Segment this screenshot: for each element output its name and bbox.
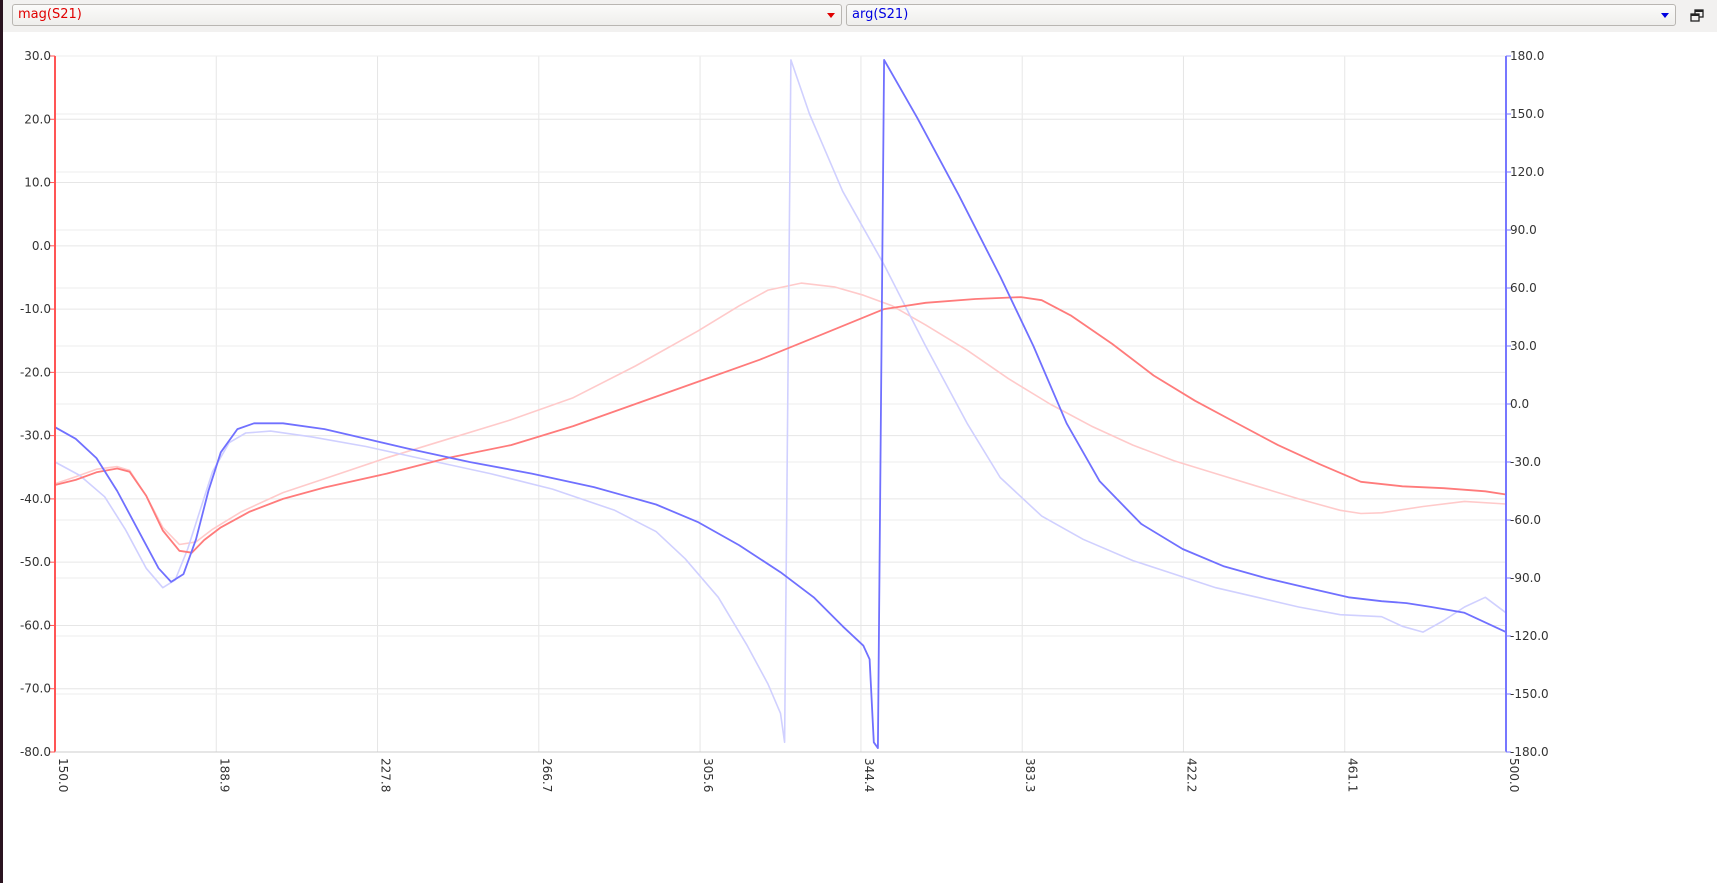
y-right-tick-label: 150.0 (1510, 107, 1544, 121)
chevron-down-icon (827, 13, 835, 18)
x-tick-label: 188.9 (217, 758, 231, 792)
tick-labels: 150.0 188.9 227.8 266.7 305.6 344.4 383.3 422.2… (20, 49, 1549, 792)
network-analyzer-window: mag(S21) arg(S21) 150.0 188.9 227.8 266.7 30… (0, 0, 1717, 883)
x-tick-label: 383.3 (1023, 758, 1037, 792)
y-right-tick-label: -90.0 (1510, 571, 1541, 585)
y-right-tick-label: 180.0 (1510, 49, 1544, 63)
y-right-tick-label: -60.0 (1510, 513, 1541, 527)
x-tick-label: 266.7 (540, 758, 554, 792)
chevron-down-icon (1661, 13, 1669, 18)
y-left-tick-label: -70.0 (20, 682, 51, 696)
trace-toolbar: mag(S21) arg(S21) (3, 0, 1717, 32)
grid (54, 55, 1507, 753)
y-right-tick-label: 60.0 (1510, 281, 1537, 295)
x-tick-label: 227.8 (379, 758, 393, 792)
plot-area[interactable]: 150.0 188.9 227.8 266.7 305.6 344.4 383.3 422.2… (3, 32, 1717, 883)
y-right-tick-label: -150.0 (1510, 687, 1549, 701)
x-tick-label: 422.2 (1184, 758, 1198, 792)
y-right-tick-label: 0.0 (1510, 397, 1529, 411)
y-left-tick-label: -20.0 (20, 365, 51, 379)
window-restore-icon (1690, 9, 1704, 22)
x-tick-label: 305.6 (701, 758, 715, 792)
y-right-tick-label: -30.0 (1510, 455, 1541, 469)
left-trace-select[interactable]: mag(S21) (12, 4, 842, 26)
y-left-tick-label: 20.0 (24, 112, 51, 126)
x-tick-label: 150.0 (56, 758, 70, 792)
y-left-tick-label: 10.0 (24, 176, 51, 190)
chart[interactable]: 150.0 188.9 227.8 266.7 305.6 344.4 383.3 422.2… (3, 32, 1717, 883)
left-trace-select-value: mag(S21) (18, 7, 82, 22)
y-right-tick-label: -120.0 (1510, 629, 1549, 643)
x-tick-label: 461.1 (1346, 758, 1360, 792)
y-left-tick-label: -60.0 (20, 618, 51, 632)
y-left-tick-label: -30.0 (20, 429, 51, 443)
y-right-tick-label: 120.0 (1510, 165, 1544, 179)
y-right-tick-label: 90.0 (1510, 223, 1537, 237)
y-right-tick-label: 30.0 (1510, 339, 1537, 353)
mag-previous-trace (54, 282, 1507, 546)
y-left-tick-label: 30.0 (24, 49, 51, 63)
y-left-tick-label: -10.0 (20, 302, 51, 316)
y-left-tick-label: -40.0 (20, 492, 51, 506)
window-restore-button[interactable] (1687, 6, 1707, 26)
x-tick-label: 500.0 (1507, 758, 1521, 792)
y-right-tick-label: -180.0 (1510, 745, 1549, 759)
y-left-tick-label: 0.0 (32, 239, 51, 253)
mag-current-trace (54, 296, 1507, 554)
right-trace-select[interactable]: arg(S21) (846, 4, 1676, 26)
arg-previous-trace (54, 59, 1507, 744)
y-left-tick-label: -50.0 (20, 555, 51, 569)
right-trace-select-value: arg(S21) (852, 7, 909, 22)
x-tick-label: 344.4 (862, 758, 876, 792)
y-left-tick-label: -80.0 (20, 745, 51, 759)
